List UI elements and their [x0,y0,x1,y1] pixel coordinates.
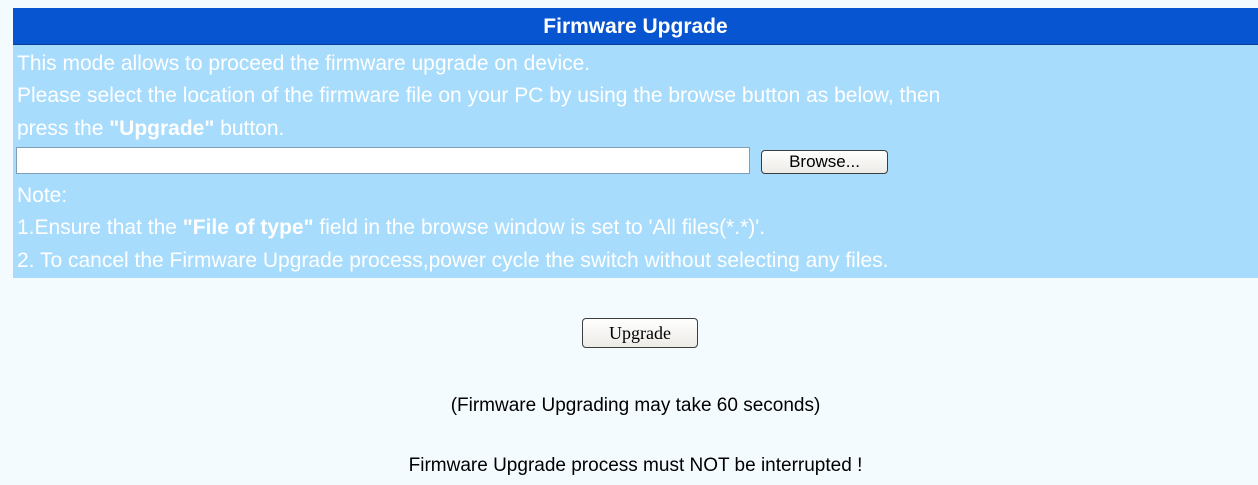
file-select-row: Browse... [14,147,1254,179]
upgrade-duration-message: (Firmware Upgrading may take 60 seconds) [450,395,821,416]
firmware-upgrade-panel: Firmware Upgrade This mode allows to pro… [13,8,1258,278]
note-label: Note: [17,184,68,207]
note-item-1: 1.Ensure that the "File of type" field i… [17,215,765,240]
line3-suffix: button. [214,117,285,140]
note1-file-of-type-emphasis: "File of type" [182,216,314,239]
note1-suffix: field in the browse window is set to 'Al… [313,216,766,239]
firmware-file-input[interactable] [16,147,750,174]
upgrade-button[interactable]: Upgrade [582,318,698,348]
note-item-2: 2. To cancel the Firmware Upgrade proces… [17,249,889,272]
line3-upgrade-emphasis: "Upgrade" [109,117,215,140]
note1-prefix: 1.Ensure that the [17,216,183,239]
line3-prefix: press the [17,117,110,140]
upgrade-warning-message: Firmware Upgrade process must NOT be int… [408,455,863,476]
description-line-3: press the "Upgrade" button. [17,116,284,141]
description-line-2: Please select the location of the firmwa… [17,84,941,107]
browse-button[interactable]: Browse... [761,150,888,174]
description-line-1: This mode allows to proceed the firmware… [17,52,591,75]
panel-title: Firmware Upgrade [13,8,1258,45]
